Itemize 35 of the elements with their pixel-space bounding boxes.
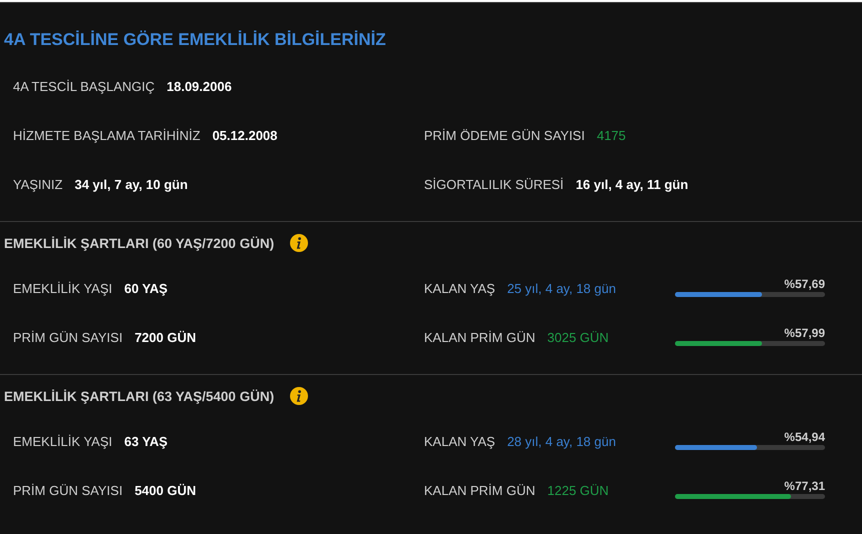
percent-reading: %57,99 [784, 326, 825, 340]
field-label: KALAN PRİM GÜN [424, 483, 536, 498]
field-value: 28 yıl, 4 ay, 18 gün [507, 434, 616, 449]
info-icon[interactable] [290, 234, 308, 252]
field-value: 05.12.2008 [212, 128, 278, 143]
field-label: 4A TESCİL BAŞLANGIÇ [13, 79, 155, 94]
field-value: 18.09.2006 [166, 79, 232, 94]
field-value: 4175 [596, 128, 626, 143]
field-label: PRİM GÜN SAYISI [13, 483, 123, 498]
percent-reading: %57,69 [784, 276, 825, 290]
page-title: 4A TESCİLİNE GÖRE EMEKLİLİK BİLGİLERİNİZ [3, 29, 386, 51]
field-value: 63 YAŞ [124, 434, 168, 449]
field-label: KALAN YAŞ [424, 434, 496, 449]
field-value: 7200 GÜN [134, 330, 196, 345]
field-label: SİGORTALILIK SÜRESİ [424, 177, 564, 192]
field-label: KALAN YAŞ [424, 281, 496, 296]
field-value: 3025 GÜN [547, 330, 609, 345]
section-title: EMEKLİLİK ŞARTLARI (63 YAŞ/5400 GÜN) [4, 388, 274, 404]
section-title: EMEKLİLİK ŞARTLARI (60 YAŞ/7200 GÜN) [4, 236, 274, 250]
field-label: YAŞINIZ [13, 177, 63, 192]
field-value: 25 yıl, 4 ay, 18 gün [507, 281, 616, 296]
field-label: PRİM ÖDEME GÜN SAYISI [424, 128, 585, 143]
field-label: KALAN PRİM GÜN [424, 330, 536, 345]
field-value: 34 yıl, 7 ay, 10 gün [74, 177, 188, 192]
field-label: EMEKLİLİK YAŞI [13, 434, 112, 449]
percent-reading: %54,94 [784, 430, 825, 444]
field-value: 5400 GÜN [134, 483, 196, 498]
field-value: 1225 GÜN [547, 483, 609, 498]
field-value: 60 YAŞ [124, 281, 168, 296]
field-label: HİZMETE BAŞLAMA TARİHİNİZ [13, 128, 200, 143]
field-label: PRİM GÜN SAYISI [13, 330, 123, 345]
field-label: EMEKLİLİK YAŞI [13, 281, 112, 296]
field-value: 16 yıl, 4 ay, 11 gün [576, 177, 688, 192]
info-icon[interactable] [290, 387, 308, 405]
percent-reading: %77,31 [784, 478, 825, 492]
